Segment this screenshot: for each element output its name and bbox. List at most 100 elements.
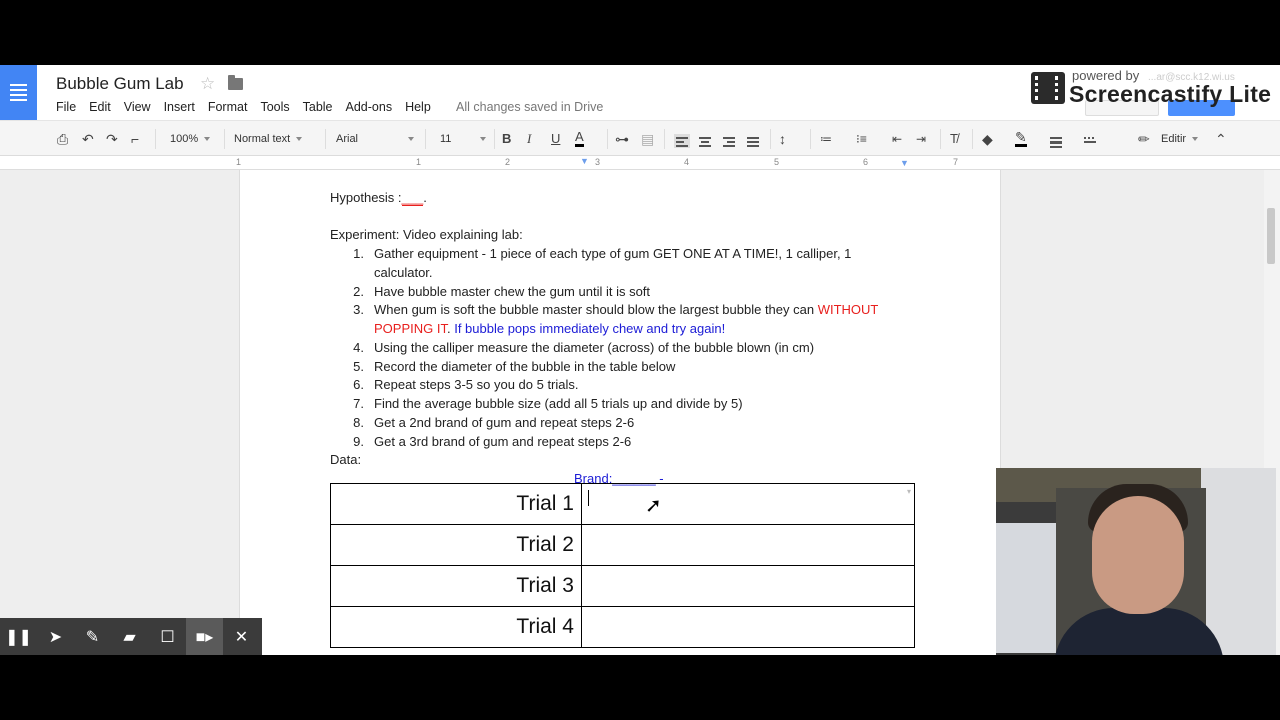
list-number: 8. (353, 415, 364, 430)
table-cell-value[interactable]: ▾ ➚ (581, 483, 915, 525)
editing-mode-select[interactable]: Editir (1161, 131, 1198, 147)
list-text: Record the diameter of the bubble in the… (374, 359, 676, 374)
list-number: 2. (353, 284, 364, 299)
bold-button[interactable]: B (502, 130, 511, 148)
ruler-label: 7 (953, 157, 959, 167)
text-color-button[interactable]: A (575, 130, 584, 147)
pointer-icon[interactable]: ➤ (37, 618, 74, 655)
redo-icon[interactable]: ↷ (106, 130, 118, 148)
right-indent-marker-icon[interactable]: ▼ (900, 158, 909, 168)
collapse-icon[interactable]: ⌃ (1215, 130, 1227, 148)
menu-format[interactable]: Format (208, 100, 248, 114)
save-status[interactable]: All changes saved in Drive (456, 100, 603, 114)
table-cell-label[interactable]: Trial 2 (330, 524, 582, 566)
pencil-icon[interactable]: ✏ (1138, 130, 1150, 148)
cell-menu-icon[interactable]: ▾ (907, 487, 911, 496)
italic-button[interactable]: I (527, 130, 531, 148)
pen-icon[interactable]: ✎ (74, 618, 111, 655)
document-page[interactable]: Hypothesis :___. Experiment: Video expla… (239, 170, 1001, 655)
underline-button[interactable]: U (551, 130, 560, 148)
list-text: Using the calliper measure the diameter … (374, 340, 815, 355)
experiment-heading: Experiment: Video explaining lab: (330, 227, 523, 242)
hypothesis-label: Hypothesis : (330, 190, 402, 205)
zoom-select[interactable]: 100% (170, 131, 218, 147)
fill-color-icon[interactable]: ◆ (982, 130, 993, 148)
zoom-value: 100% (170, 133, 199, 145)
docs-window: Bubble Gum Lab ☆ File Edit View Insert F… (0, 65, 1280, 655)
menu-tools[interactable]: Tools (260, 100, 289, 114)
scroll-thumb[interactable] (1267, 208, 1275, 264)
indent-marker-icon[interactable]: ▼ (580, 156, 589, 166)
list-text: POPPING IT. If bubble pops immediately c… (374, 321, 726, 336)
list-text: When gum is soft the bubble master shoul… (374, 302, 878, 317)
list-number: 7. (353, 396, 364, 411)
list-text: Get a 2nd brand of gum and repeat steps … (374, 415, 635, 430)
align-left-icon[interactable] (674, 134, 690, 148)
border-color-icon[interactable]: ✎ (1015, 130, 1027, 147)
ruler-label: 1 (416, 157, 422, 167)
screencastify-controls: ❚❚ ➤ ✎ ▰ ☐ ■▸ ✕ (0, 618, 262, 655)
table-cell-label[interactable]: Trial 4 (330, 606, 582, 648)
presenter-image (1092, 496, 1184, 614)
font-select[interactable]: Arial (336, 131, 414, 147)
border-width-icon[interactable] (1050, 135, 1062, 150)
pause-icon[interactable]: ❚❚ (0, 618, 37, 655)
numbered-list-icon[interactable]: ≔ (820, 130, 832, 148)
decrease-indent-icon[interactable]: ⇤ (892, 130, 902, 148)
list-text-red: POPPING IT (374, 321, 447, 336)
data-table: Trial 1 ▾ ➚ Trial 2 Trial 3 Trial 4 (330, 483, 915, 648)
bulleted-list-icon[interactable]: ⁝≡ (856, 130, 867, 148)
align-right-icon[interactable] (723, 135, 735, 149)
increase-indent-icon[interactable]: ⇥ (916, 130, 926, 148)
print-icon[interactable]: ⎙ (57, 130, 68, 148)
highlighter-icon[interactable]: ▰ (111, 618, 148, 655)
ruler[interactable]: 1 1 2 3 4 5 6 7 ▼ ▼ (0, 156, 1280, 170)
text-cursor (588, 490, 589, 506)
link-icon[interactable]: ⊶ (615, 130, 629, 148)
menu-addons[interactable]: Add-ons (346, 100, 393, 114)
webcam-overlay[interactable] (996, 468, 1276, 655)
line-spacing-icon[interactable]: ↕ (779, 130, 786, 148)
table-row: Trial 3 (330, 565, 915, 607)
table-row: Trial 1 ▾ ➚ (330, 483, 915, 525)
list-text: Find the average bubble size (add all 5 … (374, 396, 743, 411)
comment-icon[interactable]: ▤ (641, 130, 654, 148)
screencastify-film-icon (1031, 72, 1065, 104)
table-cell-value[interactable] (581, 565, 915, 607)
list-text-red: WITHOUT (817, 302, 879, 317)
list-text: Have bubble master chew the gum until it… (374, 284, 651, 299)
docs-home-icon[interactable] (0, 65, 37, 120)
table-cell-label[interactable]: Trial 1 (330, 483, 582, 525)
table-row: Trial 4 (330, 606, 915, 648)
menu-view[interactable]: View (124, 100, 151, 114)
menu-table[interactable]: Table (303, 100, 333, 114)
ruler-label: 3 (595, 157, 601, 167)
undo-icon[interactable]: ↶ (82, 130, 94, 148)
camera-icon[interactable]: ■▸ (186, 618, 223, 655)
border-dash-icon[interactable] (1084, 135, 1096, 145)
font-size-select[interactable]: 11 (440, 131, 486, 147)
formatting-toolbar: ⎙ ↶ ↷ ⌐ 100% Normal text Arial 11 B I U … (0, 120, 1280, 156)
table-cell-value[interactable] (581, 524, 915, 566)
ruler-label: 2 (505, 157, 511, 167)
menu-help[interactable]: Help (405, 100, 431, 114)
mouse-pointer-icon: ➚ (645, 495, 662, 517)
menu-insert[interactable]: Insert (164, 100, 195, 114)
align-center-icon[interactable] (699, 135, 711, 149)
close-icon[interactable]: ✕ (223, 618, 260, 655)
rectangle-icon[interactable]: ☐ (149, 618, 186, 655)
justify-icon[interactable] (747, 135, 759, 149)
paint-format-icon[interactable]: ⌐ (131, 130, 139, 148)
style-select[interactable]: Normal text (234, 131, 314, 147)
clear-formatting-icon[interactable]: T̸ (950, 130, 958, 148)
hypothesis-blank: ___ (401, 190, 424, 206)
star-icon[interactable]: ☆ (200, 74, 215, 94)
table-row: Trial 2 (330, 524, 915, 566)
font-size-value: 11 (440, 133, 452, 145)
table-cell-label[interactable]: Trial 3 (330, 565, 582, 607)
folder-icon[interactable] (228, 75, 243, 90)
menu-file[interactable]: File (56, 100, 76, 114)
document-title[interactable]: Bubble Gum Lab (56, 74, 184, 94)
menu-edit[interactable]: Edit (89, 100, 111, 114)
table-cell-value[interactable] (581, 606, 915, 648)
